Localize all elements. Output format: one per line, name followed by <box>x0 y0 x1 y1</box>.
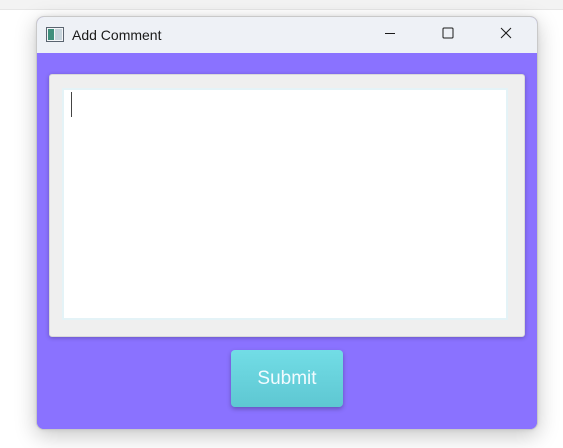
minimize-icon <box>384 26 396 44</box>
maximize-icon <box>442 26 454 44</box>
text-caret <box>71 92 72 117</box>
add-comment-window: Add Comment Submit <box>36 16 538 430</box>
window-title: Add Comment <box>72 27 162 43</box>
desktop: Add Comment Submit <box>0 0 563 448</box>
comment-box-frame <box>49 74 525 337</box>
maximize-button[interactable] <box>419 17 477 53</box>
minimize-button[interactable] <box>361 17 419 53</box>
close-button[interactable] <box>477 17 535 53</box>
window-client-area: Submit <box>37 53 537 429</box>
comment-input[interactable] <box>62 88 508 320</box>
submit-button[interactable]: Submit <box>231 350 343 407</box>
window-app-icon <box>46 27 64 42</box>
close-icon <box>500 26 512 44</box>
desktop-background-strip <box>0 0 563 10</box>
title-bar[interactable]: Add Comment <box>37 17 537 53</box>
